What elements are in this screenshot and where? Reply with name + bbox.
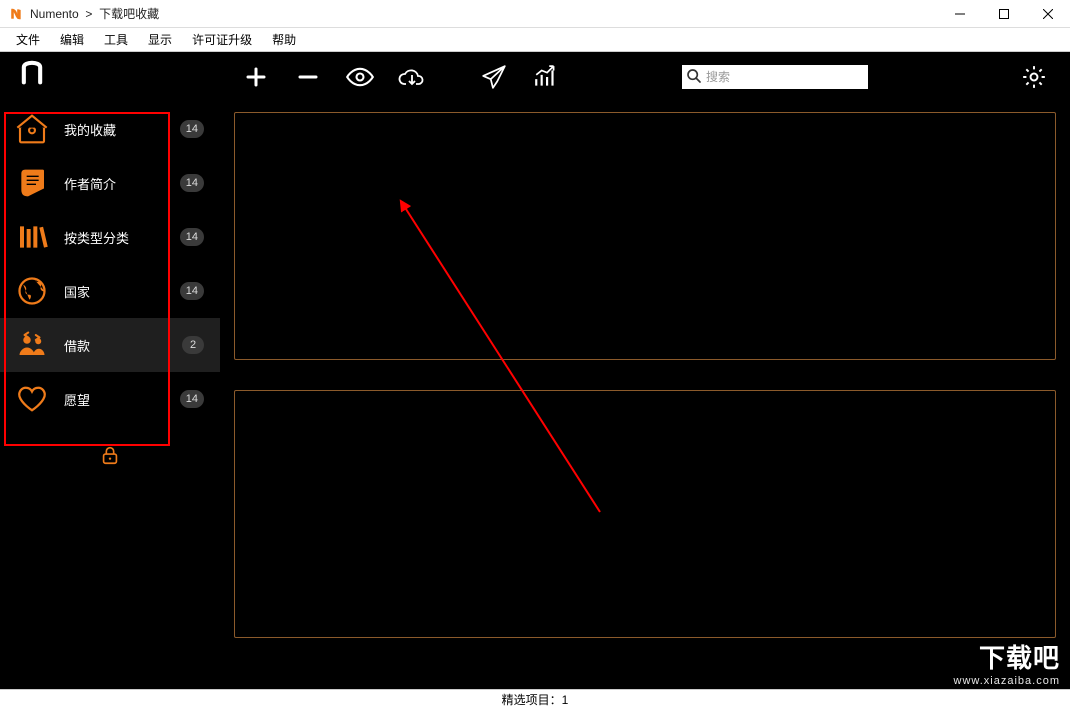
app-body: 我的收藏 14 作者简介 14 按类型分类 14 — [0, 52, 1070, 689]
remove-button[interactable] — [292, 61, 324, 93]
search-input[interactable] — [702, 70, 865, 84]
loan-icon — [14, 327, 50, 363]
sidebar-item-author[interactable]: 作者简介 14 — [0, 156, 220, 210]
view-button[interactable] — [344, 61, 376, 93]
sidebar-item-badge: 14 — [180, 228, 204, 246]
menu-edit[interactable]: 编辑 — [50, 29, 94, 50]
menu-file[interactable]: 文件 — [6, 29, 50, 50]
app-icon — [8, 6, 24, 22]
window-controls — [938, 0, 1070, 28]
sidebar-item-badge: 14 — [180, 174, 204, 192]
home-icon — [14, 111, 50, 147]
sidebar-item-wish[interactable]: 愿望 14 — [0, 372, 220, 426]
sidebar-item-label: 国家 — [64, 282, 180, 301]
send-button[interactable] — [478, 61, 510, 93]
sidebar-item-badge: 14 — [180, 390, 204, 408]
add-button[interactable] — [240, 61, 272, 93]
app-name: Numento — [30, 7, 79, 21]
sidebar-item-badge: 14 — [180, 120, 204, 138]
sidebar-item-badge: 2 — [182, 336, 204, 354]
sidebar-list: 我的收藏 14 作者简介 14 按类型分类 14 — [0, 102, 220, 426]
search-icon — [686, 68, 702, 87]
sidebar-item-label: 按类型分类 — [64, 228, 180, 247]
menu-view[interactable]: 显示 — [138, 29, 182, 50]
lock-row — [0, 426, 220, 487]
search-box[interactable] — [682, 65, 868, 89]
status-bar: 精选项目：1 — [0, 689, 1070, 709]
content-area — [220, 102, 1070, 689]
title-separator: > — [85, 7, 92, 21]
sidebar-item-loan[interactable]: 借款 2 — [0, 318, 220, 372]
status-text: 精选项目：1 — [502, 691, 569, 708]
document-name: 下载吧收藏 — [99, 7, 159, 21]
sidebar-item-type[interactable]: 按类型分类 14 — [0, 210, 220, 264]
window-title: Numento > 下载吧收藏 — [30, 5, 159, 22]
sidebar-item-label: 作者简介 — [64, 174, 180, 193]
main-area — [220, 52, 1070, 689]
minimize-button[interactable] — [938, 0, 982, 28]
sidebar: 我的收藏 14 作者简介 14 按类型分类 14 — [0, 52, 220, 689]
cloud-button[interactable] — [396, 61, 428, 93]
author-icon — [14, 165, 50, 201]
library-icon — [14, 219, 50, 255]
item-card[interactable] — [234, 112, 1056, 360]
lock-icon[interactable] — [99, 444, 121, 469]
logo-row — [0, 52, 220, 102]
sidebar-item-label: 借款 — [64, 336, 182, 355]
stats-button[interactable] — [530, 61, 562, 93]
maximize-button[interactable] — [982, 0, 1026, 28]
close-button[interactable] — [1026, 0, 1070, 28]
logo-icon — [18, 59, 46, 95]
sidebar-item-label: 愿望 — [64, 390, 180, 409]
settings-button[interactable] — [1018, 61, 1050, 93]
sidebar-item-badge: 14 — [180, 282, 204, 300]
sidebar-item-label: 我的收藏 — [64, 120, 180, 139]
menu-tools[interactable]: 工具 — [94, 29, 138, 50]
window-titlebar: Numento > 下载吧收藏 — [0, 0, 1070, 28]
menu-license[interactable]: 许可证升级 — [182, 29, 262, 50]
sidebar-item-country[interactable]: 国家 14 — [0, 264, 220, 318]
menu-bar: 文件 编辑 工具 显示 许可证升级 帮助 — [0, 28, 1070, 52]
heart-icon — [14, 381, 50, 417]
item-card[interactable] — [234, 390, 1056, 638]
globe-icon — [14, 273, 50, 309]
toolbar — [220, 52, 1070, 102]
sidebar-item-collection[interactable]: 我的收藏 14 — [0, 102, 220, 156]
menu-help[interactable]: 帮助 — [262, 29, 306, 50]
